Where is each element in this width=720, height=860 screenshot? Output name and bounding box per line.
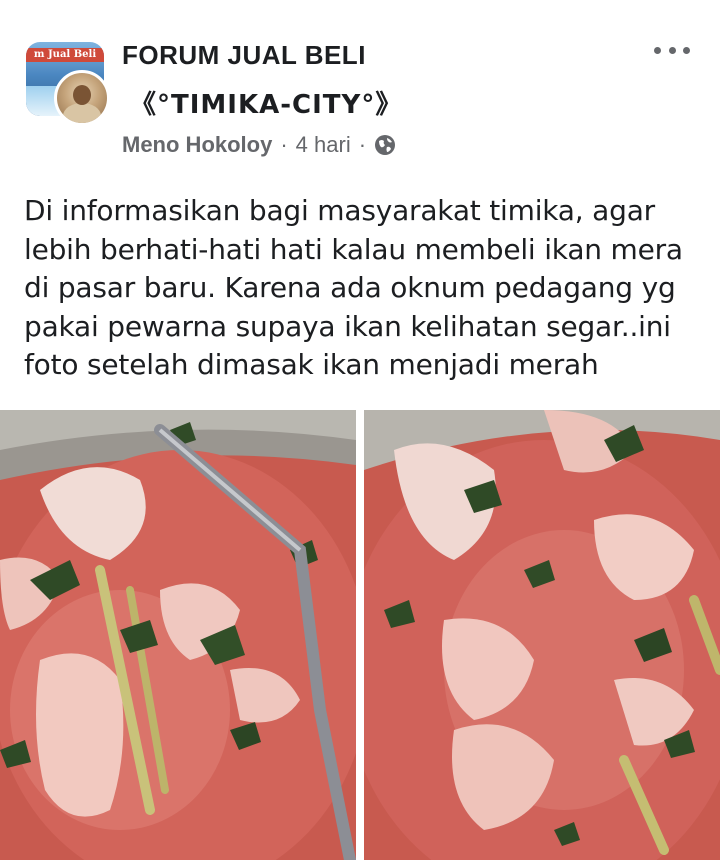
- post-text-line: Di informasikan bagi masyarakat timika, …: [24, 194, 655, 227]
- globe-icon: [374, 134, 396, 156]
- group-name[interactable]: FORUM JUAL BELI: [122, 40, 366, 71]
- author-name[interactable]: Meno Hokoloy: [122, 132, 272, 158]
- meta-separator: ·: [280, 132, 288, 157]
- post-header: m Jual Beli FORUM JUAL BELI 《°TIMIKA-CIT…: [0, 0, 720, 175]
- meta-separator: ·: [358, 132, 367, 157]
- post-text-line: pakai pewarna supaya ikan kelihatan sega…: [24, 309, 671, 343]
- post-photo-1[interactable]: [0, 410, 356, 860]
- post-text-line: di pasar baru. Karena ada oknum pedagang…: [24, 271, 676, 304]
- post-meta: Meno Hokoloy · 4 hari ·: [122, 130, 396, 160]
- post-photo-2[interactable]: [364, 410, 720, 860]
- author-avatar[interactable]: [54, 70, 110, 126]
- group-avatar-banner: m Jual Beli: [26, 48, 104, 62]
- author-avatar-body: [63, 103, 101, 123]
- post-text-line: foto setelah dimasak ikan menjadi merah: [24, 348, 599, 381]
- author-avatar-face: [73, 85, 91, 105]
- more-horizontal-icon[interactable]: [654, 40, 690, 60]
- post-time[interactable]: 4 hari: [296, 132, 351, 158]
- group-avatar-stack[interactable]: m Jual Beli: [26, 42, 110, 126]
- post-text-line: lebih berhati-hati hati kalau membeli ik…: [24, 232, 683, 266]
- photo-grid: [0, 410, 720, 860]
- group-name-subtitle[interactable]: 《°TIMIKA-CITY°》: [130, 84, 402, 121]
- post-body-text: Di informasikan bagi masyarakat timika, …: [24, 192, 704, 385]
